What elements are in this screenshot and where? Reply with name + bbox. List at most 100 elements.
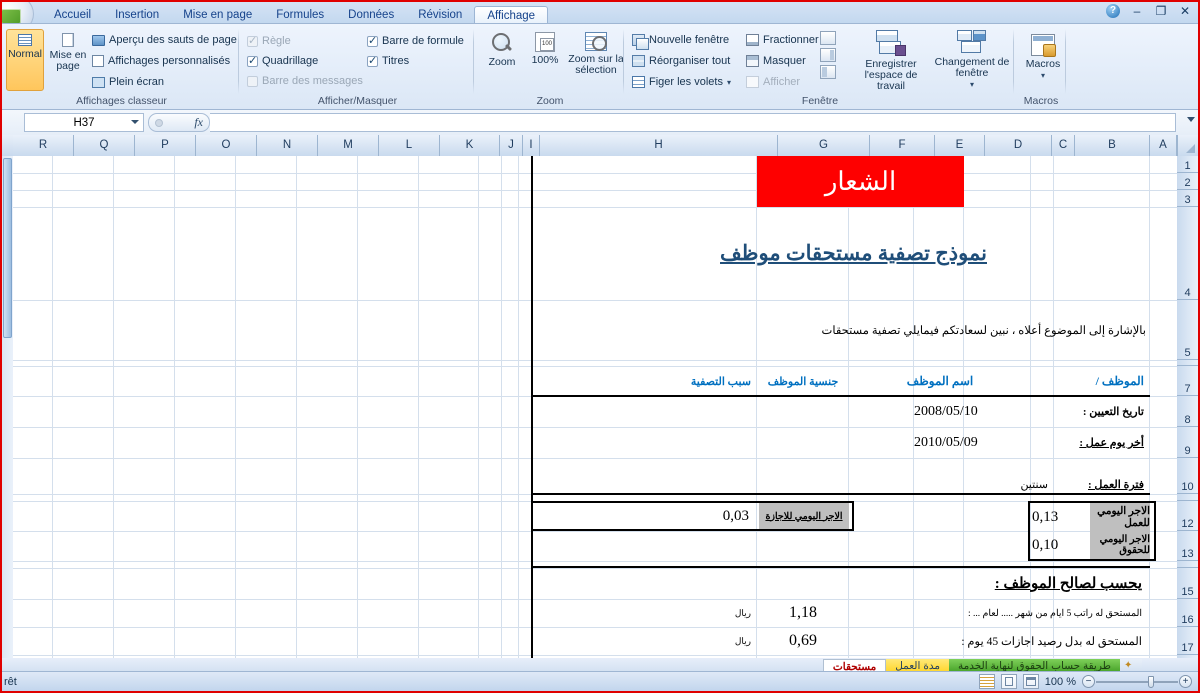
vertical-scrollbar[interactable] <box>2 156 13 658</box>
row-header-16[interactable]: 16 <box>1177 599 1198 627</box>
formula-input[interactable] <box>210 113 1176 132</box>
value-daily-wage-leave[interactable]: 0,03 <box>535 503 757 529</box>
column-header-E[interactable]: E <box>935 135 985 156</box>
zoom-out-button[interactable]: − <box>1082 675 1095 688</box>
header-reason[interactable]: سبب التصفية <box>519 366 757 396</box>
page-layout-view-button-status[interactable] <box>1000 674 1017 689</box>
label-daily-wage-rights[interactable]: الاجر اليومي للحقوق <box>1090 531 1150 559</box>
close-icon[interactable]: ✕ <box>1178 4 1192 18</box>
zoom-level-label[interactable]: 100 % <box>1045 676 1076 688</box>
label-daily-wage-work[interactable]: الاجر اليومي للعمل <box>1090 503 1150 531</box>
zoom-selection-button[interactable]: Zoom sur la sélection <box>568 32 624 76</box>
tab-accueil[interactable]: Accueil <box>42 6 103 24</box>
row-header-7[interactable]: 7 <box>1177 366 1198 396</box>
zoom-slider-knob[interactable] <box>1148 675 1154 688</box>
section-in-favor-title[interactable]: يحسب لصالح الموظف : <box>950 568 1150 599</box>
vertical-scrollbar-thumb[interactable] <box>3 158 12 338</box>
zoom-100-button[interactable]: 100% <box>526 32 564 66</box>
full-screen-button[interactable]: Plein écran <box>92 72 237 92</box>
tab-donnees[interactable]: Données <box>336 6 406 24</box>
page-break-view-button-status[interactable] <box>1022 674 1039 689</box>
logo-cell[interactable]: الشعار <box>757 156 964 207</box>
row16-label[interactable]: المستحق له راتب 5 ايام من شهر ..... لعام… <box>914 599 1150 627</box>
synchronous-scrolling-icon[interactable] <box>820 48 836 62</box>
header-employee-name[interactable]: اسم الموظف <box>849 366 1031 396</box>
row-header-12[interactable]: 12 <box>1177 501 1198 531</box>
tab-formules[interactable]: Formules <box>264 6 336 24</box>
row16-value[interactable]: 1,18 <box>757 599 849 627</box>
column-header-F[interactable]: F <box>870 135 935 156</box>
checkbox-barre-formule[interactable]: Barre de formule <box>367 31 464 51</box>
zoom-button[interactable]: Zoom <box>482 32 522 68</box>
label-last-working-day[interactable]: أخر يوم عمل : <box>1054 427 1150 458</box>
save-workspace-button[interactable]: Enregistrer l'espace de travail <box>852 30 930 92</box>
row-header-5[interactable]: 5 <box>1177 300 1198 360</box>
column-header-P[interactable]: P <box>135 135 196 156</box>
column-header-K[interactable]: K <box>440 135 500 156</box>
column-header-L[interactable]: L <box>379 135 440 156</box>
column-header-B[interactable]: B <box>1075 135 1150 156</box>
column-header-O[interactable]: O <box>196 135 257 156</box>
row17-value[interactable]: 0,69 <box>757 627 849 655</box>
minimize-icon[interactable]: – <box>1130 4 1144 18</box>
row-header-14-hidden[interactable] <box>1177 561 1198 568</box>
value-daily-wage-rights[interactable]: 0,10 <box>1032 531 1090 559</box>
page-layout-button[interactable]: Mise en page <box>46 29 90 91</box>
select-all-corner[interactable] <box>1177 135 1198 156</box>
column-header-Q[interactable]: Q <box>74 135 135 156</box>
expand-formula-bar-icon[interactable] <box>1187 117 1195 122</box>
zoom-in-button[interactable]: + <box>1179 675 1192 688</box>
tab-revision[interactable]: Révision <box>406 6 474 24</box>
row-header-9[interactable]: 9 <box>1177 427 1198 458</box>
header-employee[interactable]: الموظف / <box>1054 366 1150 396</box>
column-header-J[interactable]: J <box>500 135 523 156</box>
arrange-all-button[interactable]: Réorganiser tout <box>632 51 731 71</box>
label-work-period[interactable]: فترة العمل : <box>1054 458 1150 494</box>
row-header-1[interactable]: 1 <box>1177 156 1198 173</box>
hide-button[interactable]: Masquer <box>746 51 819 71</box>
page-break-preview-button[interactable]: Aperçu des sauts de page <box>92 30 237 50</box>
custom-views-button[interactable]: Affichages personnalisés <box>92 51 237 71</box>
value-hire-date[interactable]: 2008/05/10 <box>914 396 1054 427</box>
switch-windows-button[interactable]: Changement de fenêtre ▾ <box>934 30 1010 92</box>
form-title[interactable]: نموذج تصفية مستحقات موظف <box>557 207 1150 300</box>
column-header-R[interactable]: R <box>13 135 74 156</box>
new-window-button[interactable]: Nouvelle fenêtre <box>632 30 731 50</box>
column-header-M[interactable]: M <box>318 135 379 156</box>
row17-label[interactable]: المستحق له بدل رصيد اجازات 45 يوم : <box>914 627 1150 655</box>
restore-icon[interactable]: ❐ <box>1154 4 1168 18</box>
zoom-slider[interactable]: − + <box>1082 675 1192 689</box>
row-header-17[interactable]: 17 <box>1177 627 1198 655</box>
label-daily-wage-leave[interactable]: الاجر اليومي للاجازة <box>759 503 849 529</box>
intro-text-cell[interactable]: بالإشارة إلى الموضوع أعلاه ، نبين لسعادت… <box>757 300 1150 360</box>
column-header-C[interactable]: C <box>1052 135 1075 156</box>
help-icon[interactable]: ? <box>1106 4 1120 18</box>
unhide-button[interactable]: Afficher <box>746 72 819 92</box>
split-button[interactable]: Fractionner <box>746 30 819 50</box>
row-header-3[interactable]: 3 <box>1177 190 1198 207</box>
row-header-4[interactable]: 4 <box>1177 207 1198 300</box>
name-box[interactable]: H37 <box>24 113 144 132</box>
chevron-down-icon[interactable] <box>131 120 139 124</box>
row-header-8[interactable]: 8 <box>1177 396 1198 427</box>
tab-affichage[interactable]: Affichage <box>474 6 549 24</box>
row-header-13[interactable]: 13 <box>1177 531 1198 561</box>
grid-canvas[interactable]: الشعار نموذج تصفية مستحقات موظف بالإشارة… <box>13 156 1177 658</box>
value-daily-wage-work[interactable]: 0,13 <box>1032 503 1090 531</box>
normal-view-button[interactable]: Normal <box>6 29 44 91</box>
row-header-11-hidden[interactable] <box>1177 494 1198 501</box>
column-header-H[interactable]: H <box>540 135 778 156</box>
macros-button[interactable]: Macros ▾ <box>1024 34 1062 81</box>
column-header-G[interactable]: G <box>778 135 870 156</box>
column-header-A[interactable]: A <box>1150 135 1177 156</box>
freeze-panes-button[interactable]: Figer les volets ▾ <box>632 72 731 92</box>
checkbox-barre-messages[interactable]: Barre des messages <box>247 71 363 91</box>
row-header-10[interactable]: 10 <box>1177 458 1198 494</box>
value-last-working-day[interactable]: 2010/05/09 <box>914 427 1054 458</box>
column-header-N[interactable]: N <box>257 135 318 156</box>
insert-function-button[interactable]: fx <box>148 113 210 132</box>
row17-unit[interactable]: ريال <box>687 627 757 655</box>
row-header-2[interactable]: 2 <box>1177 173 1198 190</box>
tab-insertion[interactable]: Insertion <box>103 6 171 24</box>
value-work-period[interactable]: سنتين <box>964 458 1054 494</box>
